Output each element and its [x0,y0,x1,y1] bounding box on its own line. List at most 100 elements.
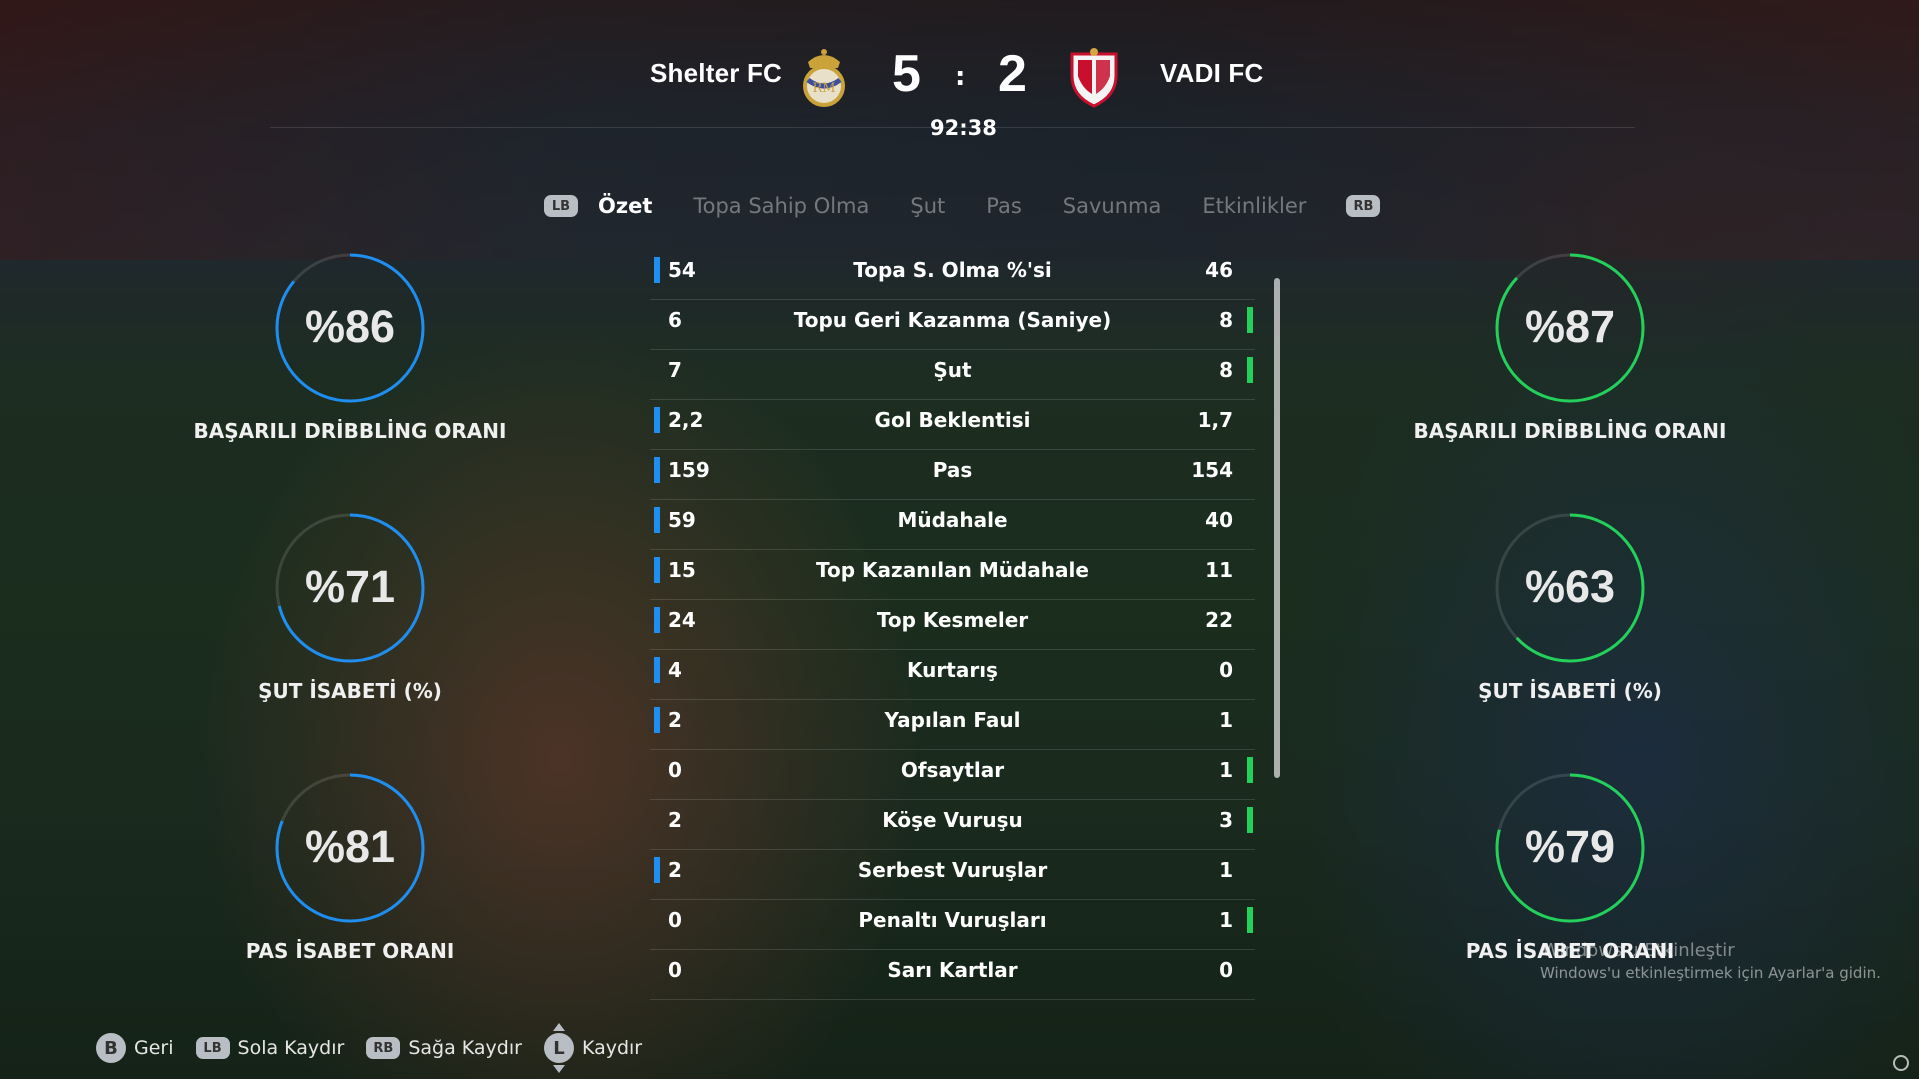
away-shot-accuracy-ring: %63 [1495,513,1645,663]
away-team-name: VADI FC [1160,58,1264,88]
stat-name: Gol Beklentisi [874,408,1031,432]
away-dribbling-stat: %87 BAŞARILI DRİBBLİNG ORANI [1410,253,1730,443]
scroll-label: Kaydır [581,1037,643,1059]
scroll-left-hint[interactable]: LB Sola Kaydır [195,1037,345,1059]
home-pass-accuracy-value: %81 [304,821,396,872]
home-dribbling-label: BAŞARILI DRİBBLİNG ORANI [193,419,507,443]
tab-pas[interactable]: Pas [986,194,1022,218]
stat-row: 7 Şut 8 [650,350,1255,400]
away-stat-value: 46 [1205,258,1233,282]
windows-activation-title: Windows'u Etkinleştir [1542,940,1735,961]
home-team-crest-icon: RM [803,49,845,107]
lb-button-icon: LB [195,1037,230,1059]
away-stat-value: 22 [1205,608,1233,632]
away-shot-accuracy-value: %63 [1524,561,1616,612]
stat-row: 15 Top Kazanılan Müdahale 11 [650,550,1255,600]
away-stat-value: 8 [1219,358,1233,382]
windows-activation-subtitle: Windows'u etkinleştirmek için Ayarlar'a … [1540,964,1881,982]
away-stat-value: 1 [1219,708,1233,732]
stat-name: Pas [932,458,973,482]
stat-name: Sarı Kartlar [887,958,1018,982]
home-dribbling-stat: %86 BAŞARILI DRİBBLİNG ORANI [190,253,510,443]
home-pass-accuracy-label: PAS İSABET ORANI [245,939,455,963]
stat-row: 2 Serbest Vuruşlar 1 [650,850,1255,900]
stat-row: 2,2 Gol Beklentisi 1,7 [650,400,1255,450]
away-stat-value: 8 [1219,308,1233,332]
stat-name: Serbest Vuruşlar [857,858,1048,882]
away-dribbling-value: %87 [1524,301,1616,352]
arrow-down-icon [552,1065,565,1073]
stat-row: 2 Yapılan Faul 1 [650,700,1255,750]
home-team-name: Shelter FC [650,58,783,88]
away-stat-value: 0 [1219,658,1233,682]
tab-topa-sahip-olma[interactable]: Topa Sahip Olma [693,194,869,218]
match-stats-table[interactable]: 54 Topa S. Olma %'si 46 6 Topu Geri Kazanma … [650,250,1255,1000]
away-stat-value: 1 [1219,858,1233,882]
stat-name: Penaltı Vuruşları [858,908,1047,932]
stat-row: 24 Top Kesmeler 22 [650,600,1255,650]
lb-bumper-icon[interactable]: LB [544,195,578,217]
stat-name: Ofsaytlar [900,758,1005,782]
scroll-right-label: Sağa Kaydır [408,1037,522,1059]
arrow-up-icon [552,1023,565,1031]
stat-name: Müdahale [897,508,1008,532]
away-stat-value: 1,7 [1197,408,1233,432]
stat-name: Top Kazanılan Müdahale [816,558,1089,582]
stat-row: 4 Kurtarış 0 [650,650,1255,700]
settings-corner-icon[interactable] [1893,1055,1909,1071]
stat-row: 59 Müdahale 40 [650,500,1255,550]
stats-scrollbar[interactable] [1274,278,1280,778]
tab-ozet[interactable]: Özet [598,194,652,218]
score-separator: : [955,62,966,92]
stat-name: Yapılan Faul [884,708,1021,732]
home-shot-accuracy-value: %71 [304,561,396,612]
home-shot-accuracy-ring: %71 [275,513,425,663]
stat-name: Köşe Vuruşu [882,808,1023,832]
match-clock: 92:38 [930,116,997,140]
tab-etkinlikler[interactable]: Etkinlikler [1202,194,1306,218]
stats-tab-bar: LB Özet Topa Sahip Olma Şut Pas Savunma … [544,186,1381,226]
away-shot-accuracy-label: ŞUT İSABETİ (%) [1478,679,1662,703]
home-pass-accuracy-ring: %81 [275,773,425,923]
away-shot-accuracy-stat: %63 ŞUT İSABETİ (%) [1410,513,1730,703]
stat-row: 2 Köşe Vuruşu 3 [650,800,1255,850]
away-team-crest-icon [1070,48,1118,108]
stat-row: 6 Topu Geri Kazanma (Saniye) 8 [650,300,1255,350]
stats-scrollbar-thumb[interactable] [1274,278,1280,778]
stat-row: 159 Pas 154 [650,450,1255,500]
away-dribbling-label: BAŞARILI DRİBBLİNG ORANI [1413,419,1727,443]
away-stat-value: 40 [1205,508,1233,532]
away-stat-value: 1 [1219,908,1233,932]
l-stick-button-icon: L [543,1033,574,1063]
away-stat-value: 154 [1191,458,1233,482]
stat-row: 0 Penaltı Vuruşları 1 [650,900,1255,950]
stat-name: Top Kesmeler [876,608,1029,632]
scroll-right-hint[interactable]: RB Sağa Kaydır [366,1037,522,1059]
away-score: 2 [998,45,1027,103]
svg-text:RM: RM [812,81,835,96]
home-dribbling-value: %86 [304,301,396,352]
rb-button-icon: RB [366,1037,401,1059]
away-stat-value: 0 [1219,958,1233,982]
left-stick-icon: L [543,1023,574,1073]
away-stat-value: 11 [1205,558,1233,582]
b-button-icon: B [96,1033,126,1063]
scroll-left-label: Sola Kaydır [237,1037,345,1059]
tab-savunma[interactable]: Savunma [1063,194,1162,218]
home-score: 5 [892,45,921,103]
stat-row: 54 Topa S. Olma %'si 46 [650,250,1255,300]
scroll-hint[interactable]: L Kaydır [543,1023,643,1073]
stat-name: Topu Geri Kazanma (Saniye) [793,308,1112,332]
stat-name: Topa S. Olma %'si [853,258,1052,282]
away-pass-accuracy-value: %79 [1524,821,1616,872]
home-shot-accuracy-stat: %71 ŞUT İSABETİ (%) [190,513,510,703]
away-dribbling-ring: %87 [1495,253,1645,403]
away-pass-accuracy-ring: %79 [1495,773,1645,923]
back-hint-label: Geri [134,1037,174,1059]
stat-row: 0 Ofsaytlar 1 [650,750,1255,800]
stat-name: Şut [933,358,972,382]
rb-bumper-icon[interactable]: RB [1346,195,1381,217]
back-hint[interactable]: B Geri [96,1033,174,1063]
tab-sut[interactable]: Şut [910,194,945,218]
away-stat-value: 3 [1219,808,1233,832]
